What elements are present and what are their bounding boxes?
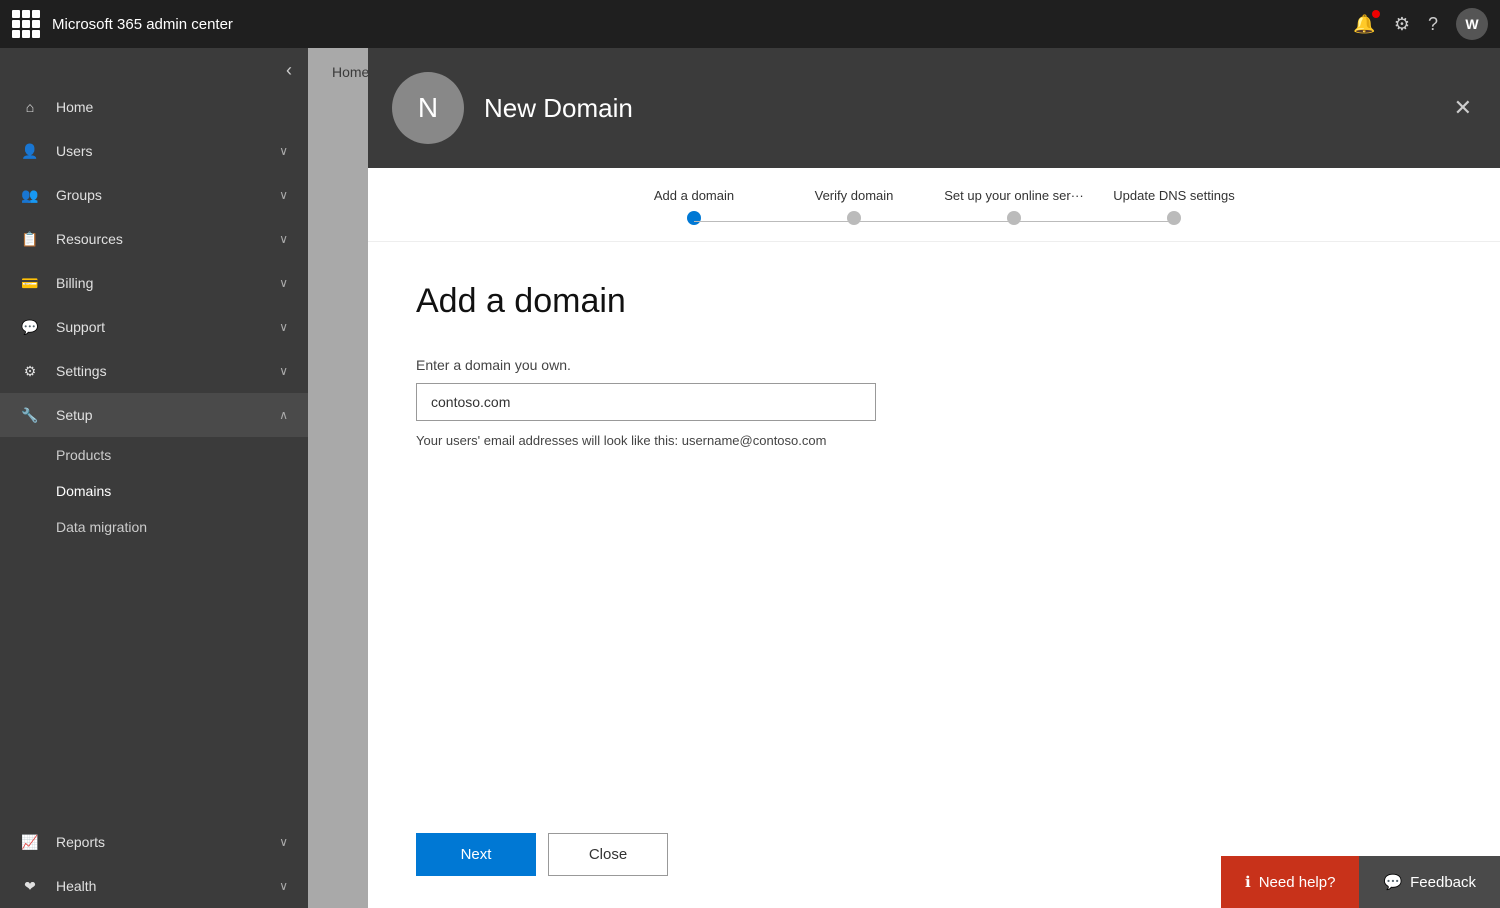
step-add-domain-dot xyxy=(687,211,701,225)
users-icon: 👤 xyxy=(20,141,40,161)
step-verify-domain: Verify domain xyxy=(774,188,934,241)
help-icon[interactable]: ? xyxy=(1428,14,1438,35)
reports-chevron-icon: ∨ xyxy=(279,835,288,849)
step-verify-domain-label: Verify domain xyxy=(815,188,894,203)
sidebar-sub-domains[interactable]: Domains xyxy=(0,473,308,509)
form-hint: Your users' email addresses will look li… xyxy=(416,433,1452,448)
resources-icon: 📋 xyxy=(20,229,40,249)
modal-overlay: N New Domain ✕ Add a domain Verify domai… xyxy=(308,48,1500,908)
modal-title: New Domain xyxy=(484,93,1430,124)
sidebar-item-setup[interactable]: 🔧 Setup ∧ xyxy=(0,393,308,437)
need-help-button[interactable]: ℹ Need help? xyxy=(1221,856,1359,908)
modal-close-button[interactable]: ✕ xyxy=(1450,91,1476,125)
notification-badge xyxy=(1372,10,1380,18)
step-setup-online-dot xyxy=(1007,211,1021,225)
sidebar-item-settings[interactable]: ⚙ Settings ∨ xyxy=(0,349,308,393)
sidebar-sub-domains-label: Domains xyxy=(56,483,111,499)
sidebar-sub-data-migration-label: Data migration xyxy=(56,519,147,535)
reports-icon: 📈 xyxy=(20,832,40,852)
user-avatar[interactable]: W xyxy=(1456,8,1488,40)
sidebar-item-resources[interactable]: 📋 Resources ∨ xyxy=(0,217,308,261)
step-add-domain-label: Add a domain xyxy=(654,188,734,203)
sidebar-item-home[interactable]: ⌂ Home xyxy=(0,85,308,129)
support-chevron-icon: ∨ xyxy=(279,320,288,334)
health-icon: ❤ xyxy=(20,876,40,896)
topbar: Microsoft 365 admin center 🔔 ⚙ ? W xyxy=(0,0,1500,48)
resources-chevron-icon: ∨ xyxy=(279,232,288,246)
step-update-dns-label: Update DNS settings xyxy=(1113,188,1234,203)
setup-icon: 🔧 xyxy=(20,405,40,425)
domain-input[interactable] xyxy=(416,383,876,421)
users-chevron-icon: ∨ xyxy=(279,144,288,158)
sidebar-item-billing-label: Billing xyxy=(56,275,263,291)
sidebar-item-reports-label: Reports xyxy=(56,834,263,850)
notification-icon[interactable]: 🔔 xyxy=(1353,14,1375,35)
sidebar-collapse-area: ‹ xyxy=(0,48,308,85)
sidebar-item-setup-label: Setup xyxy=(56,407,263,423)
sidebar-item-settings-label: Settings xyxy=(56,363,263,379)
sidebar-item-support-label: Support xyxy=(56,319,263,335)
modal-body-heading: Add a domain xyxy=(416,282,1452,321)
new-domain-modal: N New Domain ✕ Add a domain Verify domai… xyxy=(368,48,1500,908)
form-label: Enter a domain you own. xyxy=(416,357,1452,373)
sidebar-item-health[interactable]: ❤ Health ∨ xyxy=(0,864,308,908)
content-area: Home N New Domain ✕ Add a domain xyxy=(308,48,1500,908)
modal-avatar: N xyxy=(392,72,464,144)
step-setup-online: Set up your online ser··· xyxy=(934,188,1094,241)
sidebar-item-reports[interactable]: 📈 Reports ∨ xyxy=(0,820,308,864)
bottom-bar: ℹ Need help? 💬 Feedback xyxy=(1221,856,1500,908)
sidebar-sub-data-migration[interactable]: Data migration xyxy=(0,509,308,545)
feedback-button[interactable]: 💬 Feedback xyxy=(1359,856,1500,908)
sidebar-item-home-label: Home xyxy=(56,99,288,115)
billing-chevron-icon: ∨ xyxy=(279,276,288,290)
sidebar-item-billing[interactable]: 💳 Billing ∨ xyxy=(0,261,308,305)
settings-nav-icon: ⚙ xyxy=(20,361,40,381)
sidebar-sub-products-label: Products xyxy=(56,447,111,463)
sidebar: ‹ ⌂ Home 👤 Users ∨ 👥 Groups ∨ 📋 Resource… xyxy=(0,48,308,908)
settings-icon[interactable]: ⚙ xyxy=(1394,14,1410,35)
modal-body: Add a domain Enter a domain you own. You… xyxy=(368,242,1500,813)
feedback-icon: 💬 xyxy=(1383,873,1402,891)
support-icon: 💬 xyxy=(20,317,40,337)
sidebar-item-resources-label: Resources xyxy=(56,231,263,247)
sidebar-item-support[interactable]: 💬 Support ∨ xyxy=(0,305,308,349)
groups-icon: 👥 xyxy=(20,185,40,205)
step-progress: Add a domain Verify domain Set up your o… xyxy=(368,168,1500,242)
feedback-label: Feedback xyxy=(1410,874,1476,891)
sidebar-item-users-label: Users xyxy=(56,143,263,159)
step-setup-online-label: Set up your online ser··· xyxy=(944,188,1083,203)
sidebar-collapse-button[interactable]: ‹ xyxy=(286,60,292,81)
topbar-icons: 🔔 ⚙ ? W xyxy=(1353,8,1488,40)
step-add-domain: Add a domain xyxy=(614,188,774,241)
sidebar-item-groups[interactable]: 👥 Groups ∨ xyxy=(0,173,308,217)
modal-header: N New Domain ✕ xyxy=(368,48,1500,168)
groups-chevron-icon: ∨ xyxy=(279,188,288,202)
health-chevron-icon: ∨ xyxy=(279,879,288,893)
step-update-dns: Update DNS settings xyxy=(1094,188,1254,241)
setup-chevron-icon: ∧ xyxy=(279,408,288,422)
sidebar-item-users[interactable]: 👤 Users ∨ xyxy=(0,129,308,173)
settings-chevron-icon: ∨ xyxy=(279,364,288,378)
billing-icon: 💳 xyxy=(20,273,40,293)
home-icon: ⌂ xyxy=(20,97,40,117)
apps-grid-icon[interactable] xyxy=(12,10,40,38)
sidebar-item-groups-label: Groups xyxy=(56,187,263,203)
need-help-icon: ℹ xyxy=(1245,873,1251,891)
next-button[interactable]: Next xyxy=(416,833,536,876)
main-layout: ‹ ⌂ Home 👤 Users ∨ 👥 Groups ∨ 📋 Resource… xyxy=(0,48,1500,908)
step-update-dns-dot xyxy=(1167,211,1181,225)
sidebar-sub-products[interactable]: Products xyxy=(0,437,308,473)
sidebar-item-health-label: Health xyxy=(56,878,263,894)
need-help-label: Need help? xyxy=(1259,874,1336,891)
step-verify-domain-dot xyxy=(847,211,861,225)
app-title: Microsoft 365 admin center xyxy=(52,16,1341,33)
close-button[interactable]: Close xyxy=(548,833,668,876)
